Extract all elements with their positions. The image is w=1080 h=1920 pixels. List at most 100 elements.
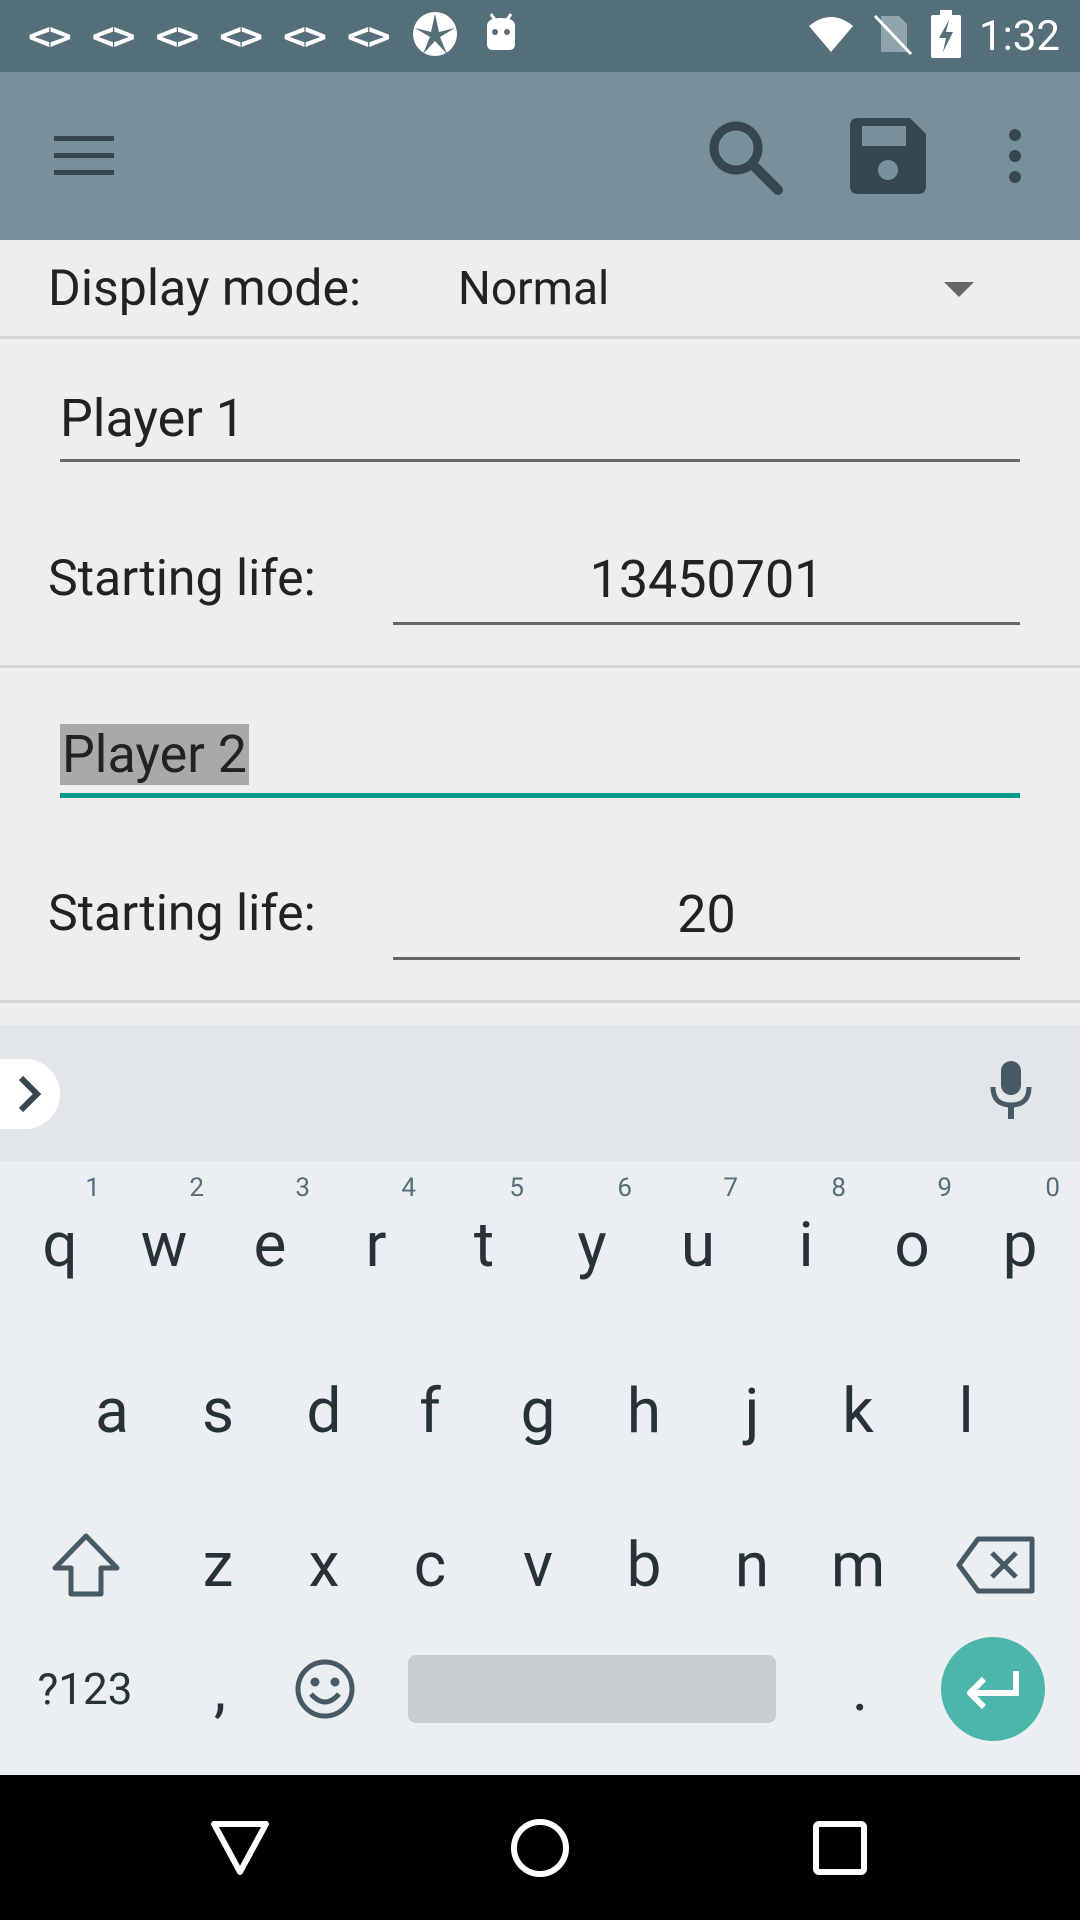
symbols-key[interactable]: ?123 (20, 1639, 150, 1739)
key-a[interactable]: a (68, 1361, 156, 1461)
player-2-name-input[interactable]: Player 2 (60, 718, 1020, 798)
key-z[interactable]: z (174, 1515, 262, 1615)
key-n[interactable]: n (708, 1515, 796, 1615)
save-icon (850, 118, 926, 194)
key-hint: 3 (295, 1173, 310, 1203)
notification-icons: <> <> <> <> <> <> (28, 0, 521, 72)
input-underline-focused (60, 793, 1020, 798)
key-s[interactable]: s (174, 1361, 262, 1461)
key-label: r (365, 1208, 387, 1282)
dropdown-arrow-icon[interactable] (944, 282, 974, 297)
divider (0, 336, 1080, 339)
microphone-icon (990, 1061, 1032, 1119)
player-2-starting-life-value: 20 (677, 884, 736, 945)
key-k[interactable]: k (814, 1361, 902, 1461)
player-2-name-text-selected: Player 2 (60, 724, 249, 785)
key-hint: 9 (937, 1173, 952, 1203)
key-label: u (680, 1208, 716, 1282)
key-l[interactable]: l (922, 1361, 1010, 1461)
divider (0, 1000, 1080, 1003)
settings-form: Display mode: Normal Player 1 Starting l… (0, 240, 1080, 1025)
code-notification-icon: <> (346, 14, 391, 58)
backspace-icon (956, 1536, 1035, 1594)
key-hint: 8 (831, 1173, 846, 1203)
status-bar: <> <> <> <> <> <> 1:32 (0, 0, 1080, 72)
key-h[interactable]: h (600, 1361, 688, 1461)
key-g[interactable]: g (494, 1361, 582, 1461)
key-v[interactable]: v (494, 1515, 582, 1615)
hamburger-menu-icon (54, 136, 114, 175)
back-button[interactable] (190, 1775, 290, 1920)
recents-square-icon (813, 1820, 867, 1875)
display-mode-label: Display mode: (48, 260, 362, 318)
code-notification-icon: <> (91, 14, 136, 58)
comma-key[interactable]: , (176, 1639, 264, 1739)
key-b[interactable]: b (600, 1515, 688, 1615)
key-c[interactable]: c (386, 1515, 474, 1615)
display-mode-spinner[interactable]: Normal (458, 262, 609, 316)
key-u[interactable]: u7 (654, 1173, 742, 1295)
save-button[interactable] (842, 72, 934, 240)
key-hint: 4 (401, 1173, 416, 1203)
wifi-icon (807, 14, 855, 58)
code-notification-icon: <> (28, 14, 72, 58)
search-button[interactable] (698, 72, 790, 240)
code-notification-icon: <> (219, 14, 263, 58)
key-q[interactable]: q1 (16, 1173, 104, 1295)
player-1-name-input[interactable]: Player 1 (60, 382, 1020, 462)
key-j[interactable]: j (708, 1361, 796, 1461)
player-2-starting-life-label: Starting life: (48, 885, 316, 943)
key-hint: 0 (1045, 1173, 1060, 1203)
input-underline (60, 459, 1020, 462)
key-hint: 7 (723, 1173, 738, 1203)
player-1-starting-life-label: Starting life: (48, 550, 316, 608)
shift-key[interactable] (36, 1515, 136, 1615)
period-key[interactable]: . (816, 1639, 904, 1739)
android-notification-icon (481, 12, 521, 60)
key-m[interactable]: m (814, 1515, 902, 1615)
key-label: p (1002, 1208, 1038, 1282)
key-r[interactable]: r4 (332, 1173, 420, 1295)
key-y[interactable]: y6 (548, 1173, 636, 1295)
key-d[interactable]: d (280, 1361, 368, 1461)
key-p[interactable]: p0 (976, 1173, 1064, 1295)
key-t[interactable]: t5 (440, 1173, 528, 1295)
battery-charging-icon (931, 10, 961, 62)
player-2-starting-life-input[interactable]: 20 (393, 880, 1020, 960)
expand-suggestions-button[interactable] (0, 1059, 60, 1129)
key-label: w (140, 1208, 188, 1282)
shift-icon (52, 1533, 120, 1597)
key-hint: 5 (509, 1173, 524, 1203)
input-underline (393, 957, 1020, 960)
key-label: i (798, 1208, 814, 1282)
emoji-key[interactable] (278, 1639, 372, 1739)
key-x[interactable]: x (280, 1515, 368, 1615)
enter-icon (967, 1671, 1019, 1709)
suggestion-strip (0, 1025, 1080, 1161)
space-bar[interactable] (408, 1655, 776, 1723)
emoji-icon (295, 1659, 355, 1719)
key-label: q (42, 1208, 78, 1282)
key-o[interactable]: o9 (868, 1173, 956, 1295)
player-1-starting-life-input[interactable]: 13450701 (393, 545, 1020, 625)
code-notification-icon: <> (283, 14, 327, 58)
player-1-starting-life-value: 13450701 (589, 549, 824, 610)
code-notification-icon: <> (155, 14, 200, 58)
overflow-menu-button[interactable] (990, 72, 1040, 240)
menu-button[interactable] (36, 72, 132, 240)
search-icon (709, 121, 783, 195)
system-icons: 1:32 (807, 0, 1060, 72)
backspace-key[interactable] (946, 1515, 1046, 1615)
key-i[interactable]: i8 (762, 1173, 850, 1295)
key-hint: 2 (189, 1173, 204, 1203)
recents-button[interactable] (790, 1775, 890, 1920)
key-f[interactable]: f (386, 1361, 474, 1461)
player-1-name-text: Player 1 (60, 388, 245, 449)
no-sim-icon (873, 12, 913, 60)
key-e[interactable]: e3 (226, 1173, 314, 1295)
home-button[interactable] (490, 1775, 590, 1920)
key-hint: 1 (85, 1173, 100, 1203)
key-w[interactable]: w2 (120, 1173, 208, 1295)
enter-key[interactable] (941, 1637, 1045, 1741)
voice-input-button[interactable] (990, 1061, 1032, 1123)
